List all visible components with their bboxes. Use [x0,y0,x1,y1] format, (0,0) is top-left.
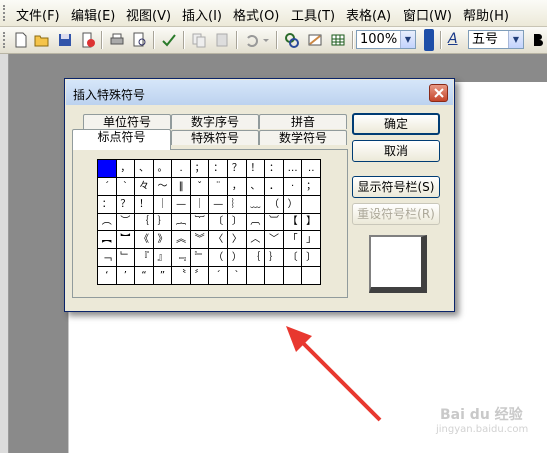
watermark-url: jingyan.baidu.com [436,424,529,435]
watermark-brand: Bai du 经验 [440,407,523,423]
tab-punctuation[interactable]: 标点符号 [72,129,171,150]
annotation-arrow-icon [286,326,382,422]
